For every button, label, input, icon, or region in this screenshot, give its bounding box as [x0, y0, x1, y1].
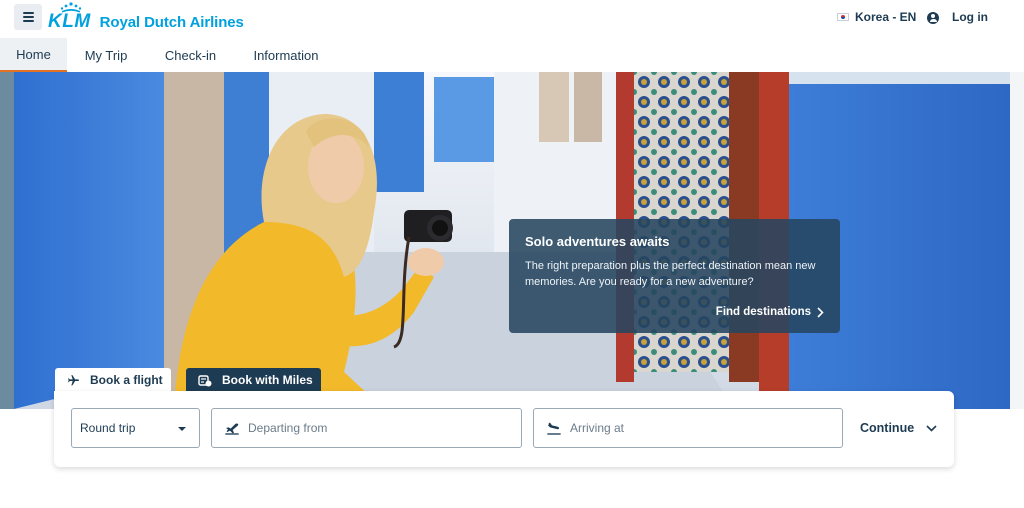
takeoff-icon: [225, 423, 239, 435]
trip-type-select[interactable]: Round trip: [71, 408, 200, 448]
user-icon: [927, 12, 939, 24]
menu-button[interactable]: [14, 4, 42, 30]
site-header: KLM Royal Dutch Airlines Korea - EN Log …: [0, 0, 1024, 38]
tab-information[interactable]: Information: [240, 38, 332, 72]
logo-mark: KLM: [48, 11, 91, 32]
logo-text: Royal Dutch Airlines: [99, 14, 244, 31]
hero-right-edge: [1010, 72, 1024, 409]
arriving-at-input[interactable]: Arriving at: [533, 408, 843, 448]
trip-type-value: Round trip: [80, 421, 136, 435]
locale-selector[interactable]: Korea - EN: [837, 10, 916, 24]
tab-book-a-flight[interactable]: Book a flight: [55, 368, 171, 392]
hamburger-icon: [22, 12, 34, 14]
tab-check-in[interactable]: Check-in: [152, 38, 229, 72]
crown-icon: [60, 2, 82, 13]
book-with-miles-label: Book with Miles: [222, 373, 313, 387]
tab-book-with-miles[interactable]: Book with Miles: [186, 368, 321, 392]
hero-left-edge: [0, 72, 14, 409]
continue-button[interactable]: Continue: [860, 421, 937, 435]
main-nav: Home My Trip Check-in Information: [0, 38, 1024, 72]
book-a-flight-label: Book a flight: [90, 373, 163, 387]
korea-flag-icon: [837, 13, 849, 21]
tab-home[interactable]: Home: [0, 38, 67, 72]
caret-down-icon: [178, 427, 186, 431]
chevron-down-icon: [926, 424, 937, 432]
miles-icon: [198, 374, 212, 386]
chevron-right-icon: [817, 306, 824, 318]
landing-icon: [547, 422, 561, 435]
find-destinations-link[interactable]: Find destinations: [716, 306, 824, 318]
klm-logo[interactable]: KLM Royal Dutch Airlines: [48, 2, 244, 33]
departing-from-input[interactable]: Departing from: [211, 408, 522, 448]
departing-placeholder: Departing from: [248, 421, 328, 435]
airplane-icon: [68, 374, 79, 385]
promo-title: Solo adventures awaits: [525, 234, 670, 249]
login-label: Log in: [952, 10, 988, 24]
booking-panel: Round trip Departing from Arriving at Co…: [54, 391, 954, 467]
continue-label: Continue: [860, 421, 915, 435]
promo-card: Solo adventures awaits The right prepara…: [509, 219, 840, 333]
locale-label: Korea - EN: [855, 10, 917, 24]
promo-text: The right preparation plus the perfect d…: [525, 260, 816, 288]
tab-my-trip[interactable]: My Trip: [73, 38, 139, 72]
find-destinations-label: Find destinations: [715, 306, 811, 318]
arriving-placeholder: Arriving at: [570, 421, 625, 435]
login-button[interactable]: Log in: [927, 10, 988, 24]
